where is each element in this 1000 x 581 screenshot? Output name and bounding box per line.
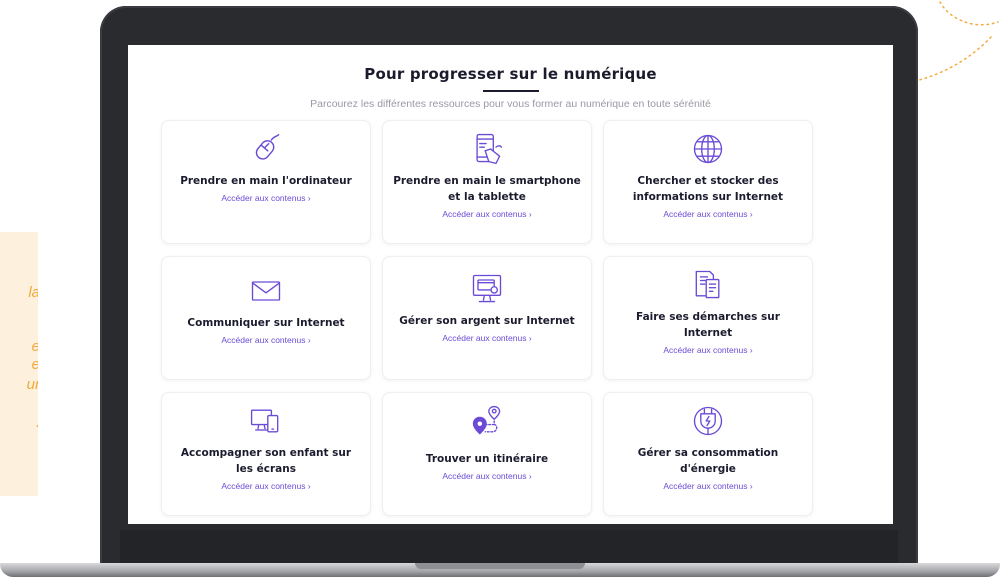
card-energie[interactable]: Gérer sa consommation d'énergie Accéder … [603, 392, 813, 516]
quote-fragment: e [32, 356, 38, 373]
card-title: Chercher et stocker des informations sur… [632, 175, 784, 203]
card-communiquer[interactable]: Communiquer sur Internet Accéder aux con… [161, 256, 371, 380]
smartphone-icon [467, 129, 507, 169]
card-title: Accompagner son enfant sur les écrans [180, 447, 352, 475]
card-title: Faire ses démarches sur Internet [636, 311, 780, 339]
card-title: Prendre en main le smartphone et la tabl… [393, 175, 581, 203]
card-argent[interactable]: Gérer son argent sur Internet Accéder au… [382, 256, 592, 380]
quote-panel: la e e ur . [0, 232, 38, 496]
card-itineraire[interactable]: Trouver un itinéraire Accéder aux conten… [382, 392, 592, 516]
card-internet-search[interactable]: Chercher et stocker des informations sur… [603, 120, 813, 244]
monitor-card-icon [467, 269, 507, 309]
title-underline [483, 90, 539, 92]
card-link[interactable]: Accéder aux contenus [663, 209, 752, 219]
card-title: Communiquer sur Internet [187, 317, 345, 329]
card-link[interactable]: Accéder aux contenus [221, 481, 310, 491]
card-title: Gérer sa consommation d'énergie [637, 447, 779, 475]
card-link[interactable]: Accéder aux contenus [663, 345, 752, 355]
laptop-notch [415, 563, 585, 569]
plug-icon [688, 401, 728, 441]
card-title: Trouver un itinéraire [425, 453, 549, 465]
card-ordinateur[interactable]: Prendre en main l'ordinateur Accéder aux… [161, 120, 371, 244]
card-demarches[interactable]: Faire ses démarches sur Internet Accéder… [603, 256, 813, 380]
card-link[interactable]: Accéder aux contenus [442, 333, 531, 343]
laptop-screen: Pour progresser sur le numérique Parcour… [128, 45, 893, 524]
envelope-icon [246, 271, 286, 311]
devices-icon [246, 401, 286, 441]
quote-fragment: e [32, 338, 38, 355]
card-smartphone[interactable]: Prendre en main le smartphone et la tabl… [382, 120, 592, 244]
card-title: Gérer son argent sur Internet [399, 315, 575, 327]
card-link[interactable]: Accéder aux contenus [442, 471, 531, 481]
page-title: Pour progresser sur le numérique [364, 65, 657, 83]
route-pin-icon [467, 401, 507, 441]
quote-fragment: la [28, 284, 38, 301]
quote-fragment: ur [26, 376, 38, 393]
card-title: Prendre en main l'ordinateur [180, 175, 352, 187]
page-subtitle: Parcourez les différentes ressources pou… [310, 98, 711, 110]
quote-fragment: . [36, 414, 38, 431]
card-link[interactable]: Accéder aux contenus [442, 209, 531, 219]
card-link[interactable]: Accéder aux contenus [221, 335, 310, 345]
card-link[interactable]: Accéder aux contenus [221, 193, 310, 203]
documents-icon [688, 265, 728, 305]
globe-icon [688, 129, 728, 169]
card-enfant[interactable]: Accompagner son enfant sur les écrans Ac… [161, 392, 371, 516]
laptop-bezel-bottom [120, 530, 898, 564]
card-link[interactable]: Accéder aux contenus [663, 481, 752, 491]
mouse-icon [246, 129, 286, 169]
